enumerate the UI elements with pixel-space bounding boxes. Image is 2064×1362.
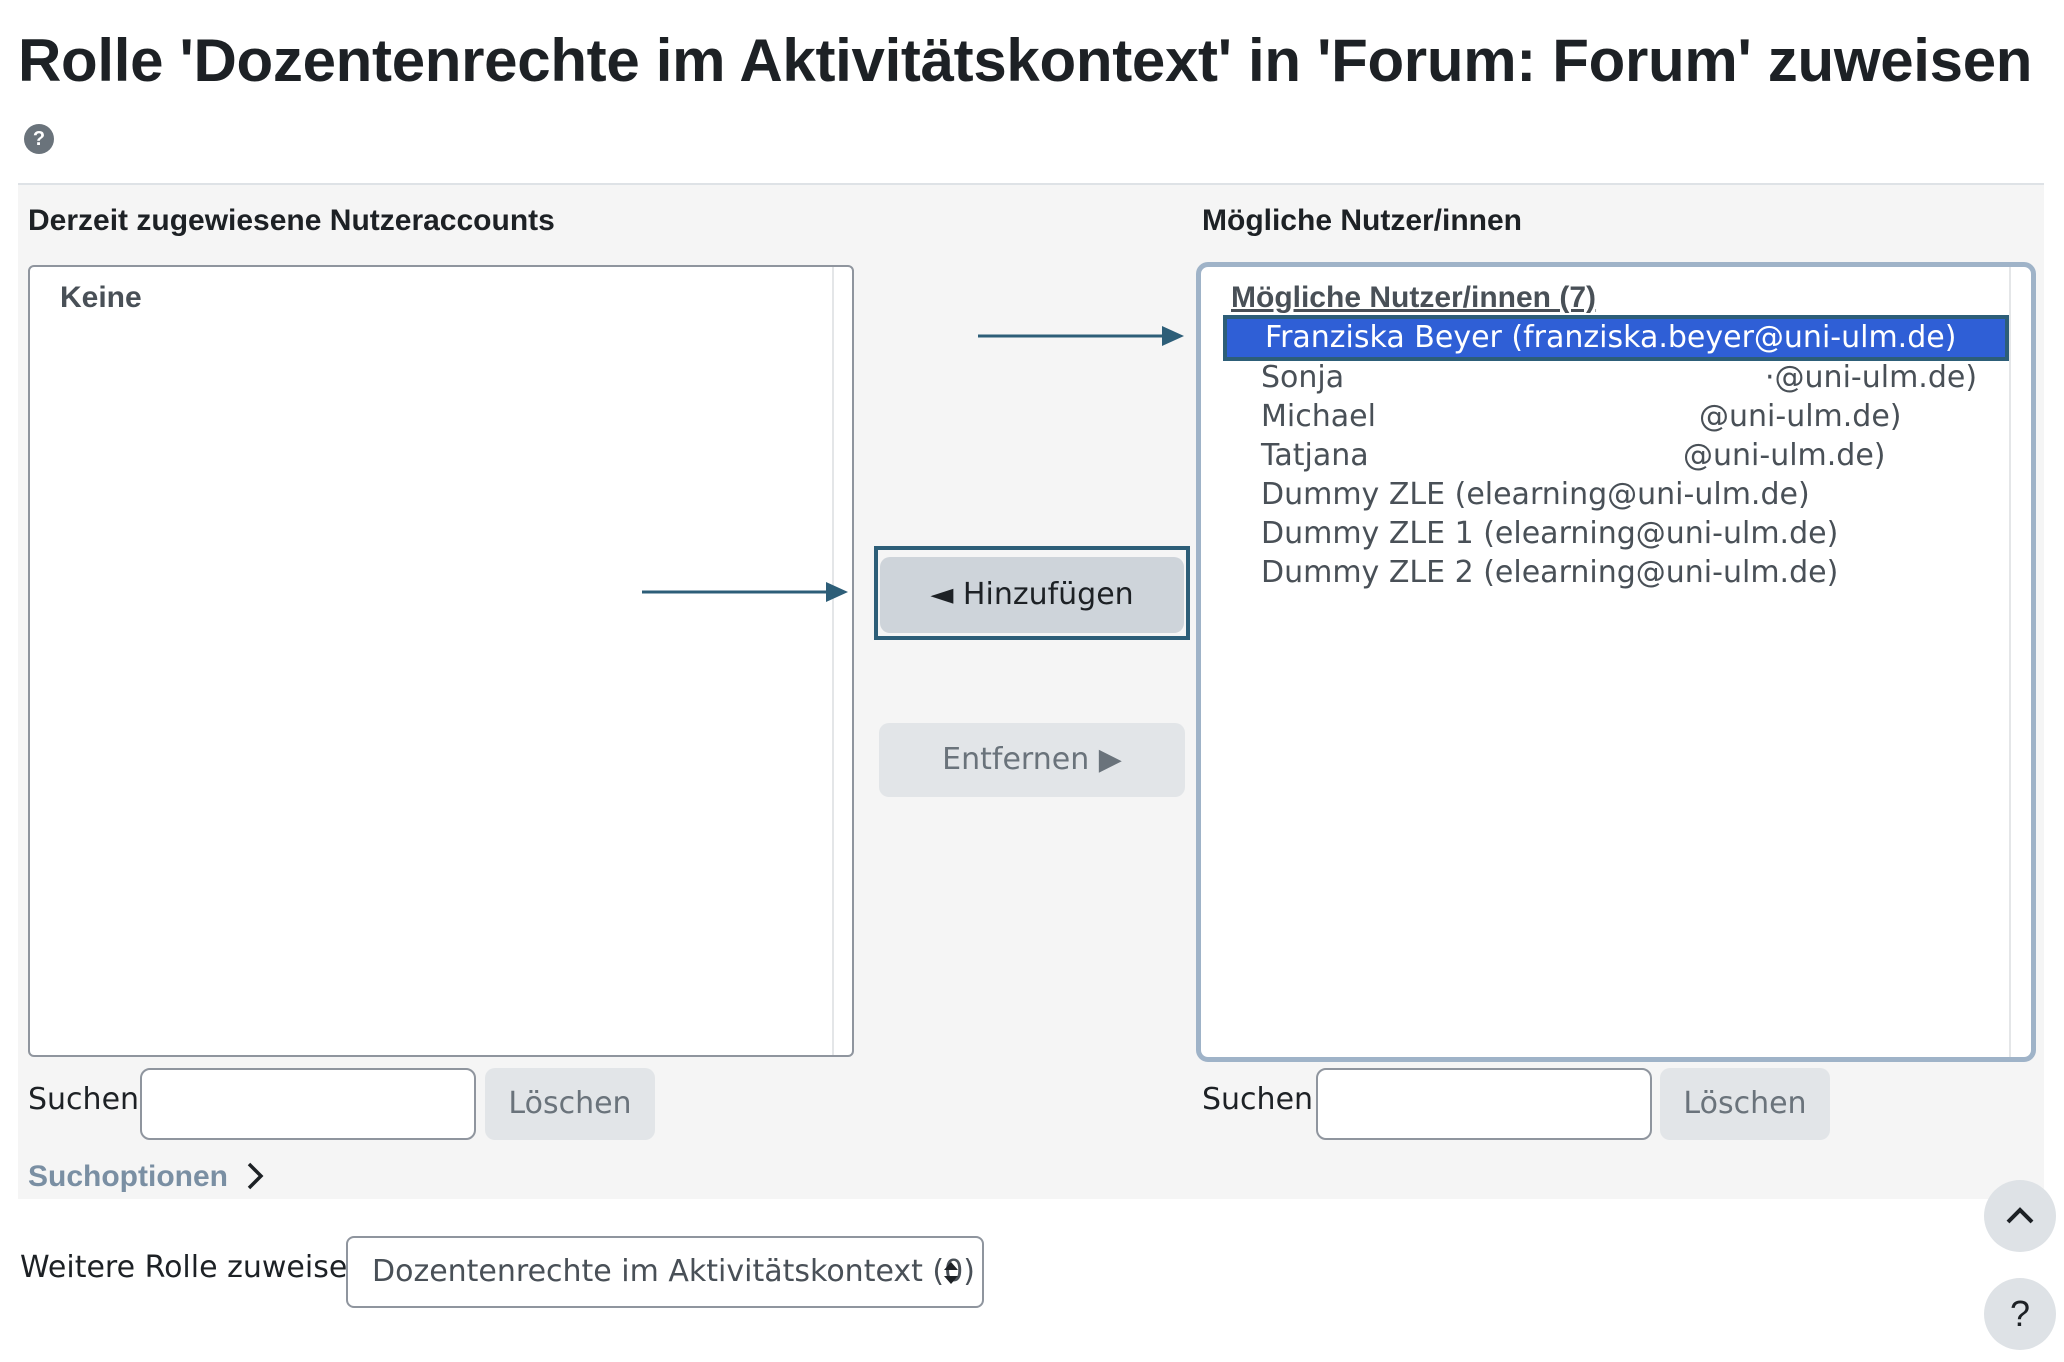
potential-users-search-label: Suchen [1202,1082,1314,1117]
user-option[interactable]: Dummy ZLE 2 (elearning@uni-ulm.de) [1261,554,1838,592]
select-caret-icon [944,1262,958,1284]
potential-users-search-input[interactable] [1316,1068,1652,1140]
user-option-selected[interactable]: Franziska Beyer (franziska.beyer@uni-ulm… [1223,315,2009,361]
current-users-listbox[interactable]: Keine [28,265,854,1057]
empty-list-text: Keine [60,281,142,314]
user-option-email: ·@uni-ulm.de) [1765,360,1978,395]
user-option-label: Tatjana [1261,438,1369,473]
page-title: Rolle 'Dozentenrechte im Aktivitätskonte… [18,27,2033,94]
chevron-right-icon [248,1162,264,1190]
search-options-label: Suchoptionen [28,1160,228,1193]
user-option[interactable]: Dummy ZLE 1 (elearning@uni-ulm.de) [1261,515,1838,553]
question-mark-icon: ? [2009,1293,2031,1334]
current-users-clear-button[interactable]: Löschen [485,1068,655,1140]
floating-help-button[interactable]: ? [1984,1278,2056,1350]
search-options-link[interactable]: Suchoptionen [28,1160,266,1194]
user-option[interactable]: Sonja ·@uni-ulm.de) [1261,359,2001,397]
current-users-heading: Derzeit zugewiesene Nutzeraccounts [28,204,555,237]
user-option[interactable]: Dummy ZLE (elearning@uni-ulm.de) [1261,476,1810,514]
potential-users-clear-button[interactable]: Löschen [1660,1068,1830,1140]
user-option[interactable]: Michael @uni-ulm.de) [1261,398,2001,436]
remove-button[interactable]: Entfernen ▶ [879,723,1185,797]
user-option-email: @uni-ulm.de) [1683,438,1886,473]
user-option-label: Michael [1261,399,1376,434]
user-option[interactable]: Tatjana @uni-ulm.de) [1261,437,2001,475]
potential-users-group-label: Mögliche Nutzer/innen (7) [1231,281,1597,314]
user-option-label: Dummy ZLE (elearning@uni-ulm.de) [1261,477,1810,512]
user-option-email: @uni-ulm.de) [1699,399,1902,434]
potential-users-heading: Mögliche Nutzer/innen [1202,204,1523,237]
annotation-arrow-add-icon [642,582,848,602]
user-option-label: Franziska Beyer (franziska.beyer@uni-ulm… [1265,320,1957,355]
scroll-to-top-button[interactable] [1984,1180,2056,1252]
add-button[interactable]: ◄ Hinzufügen [880,557,1184,633]
scrollbar[interactable] [2009,267,2011,1057]
scrollbar[interactable] [832,267,834,1055]
user-option-label: Dummy ZLE 2 (elearning@uni-ulm.de) [1261,555,1839,590]
other-role-select[interactable]: Dozentenrechte im Aktivitätskontext (0) [346,1236,984,1308]
user-option-label: Sonja [1261,360,1345,395]
current-users-search-input[interactable] [140,1068,476,1140]
help-icon[interactable]: ? [24,124,54,154]
current-users-search-label: Suchen [28,1082,140,1117]
chevron-up-icon [2006,1207,2034,1224]
other-role-selected-value: Dozentenrechte im Aktivitätskontext (0) [372,1254,975,1289]
user-option-label: Dummy ZLE 1 (elearning@uni-ulm.de) [1261,516,1839,551]
other-role-label: Weitere Rolle zuweisen [20,1250,367,1285]
annotation-arrow-user-icon [978,326,1184,346]
potential-users-listbox[interactable]: Mögliche Nutzer/innen (7) Franziska Beye… [1196,262,2036,1062]
